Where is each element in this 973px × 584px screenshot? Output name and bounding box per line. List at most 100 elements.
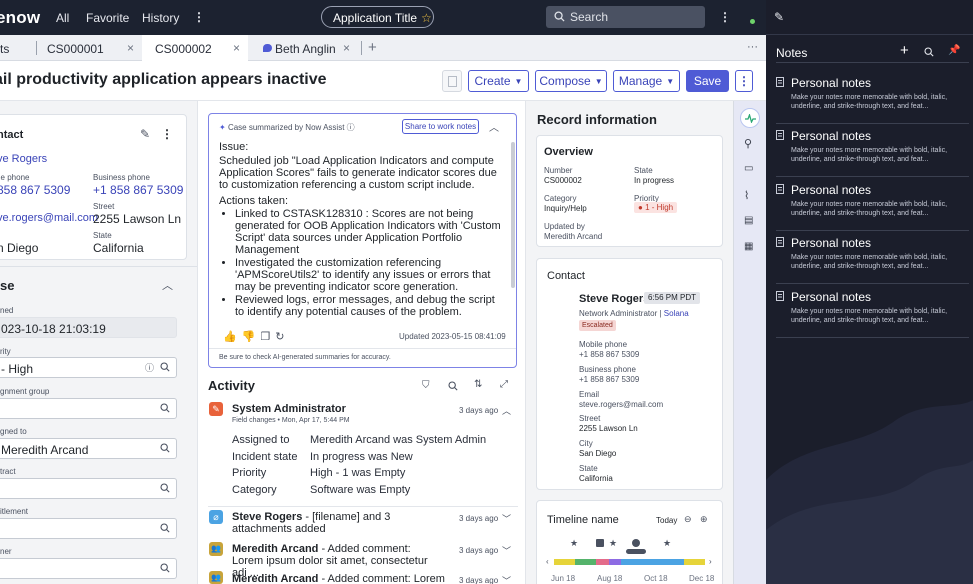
search-icon[interactable] xyxy=(924,47,934,57)
expand-icon[interactable]: ⤢ xyxy=(500,379,508,390)
note-item[interactable]: Personal notes Make your notes more memo… xyxy=(776,181,969,231)
note-title: Personal notes xyxy=(791,236,872,250)
note-item[interactable]: Personal notes Make your notes more memo… xyxy=(776,74,969,124)
search-icon[interactable] xyxy=(160,483,170,493)
compose-button[interactable]: Compose ▼ xyxy=(535,70,607,92)
email[interactable]: steve.rogers@mail.com xyxy=(579,400,663,409)
assigned-to-field[interactable]: Meredith Arcand xyxy=(0,438,177,459)
street: 2255 Lawson Ln xyxy=(93,212,182,226)
nav-more-icon[interactable]: ⋮ xyxy=(193,10,205,24)
search-icon[interactable] xyxy=(448,381,458,391)
more-icon[interactable]: ⋮ xyxy=(161,127,173,141)
refresh-icon[interactable]: ↻ xyxy=(275,331,289,343)
compose-note-icon[interactable]: ✎ xyxy=(774,10,784,24)
sort-icon[interactable]: ⇅ xyxy=(474,379,482,390)
nav-history[interactable]: History xyxy=(142,11,179,25)
report-icon[interactable]: ▦ xyxy=(744,241,753,252)
activity-author[interactable]: System Administrator xyxy=(232,403,346,415)
priority-field[interactable]: - High ⓘ xyxy=(0,357,177,378)
close-icon[interactable]: × xyxy=(233,41,240,55)
add-tab-icon[interactable]: + xyxy=(368,39,377,56)
timeline-event-icon[interactable] xyxy=(596,539,604,547)
note-item[interactable]: Personal notes Make your notes more memo… xyxy=(776,234,969,284)
save-button[interactable]: Save xyxy=(686,70,729,92)
paperclip-icon[interactable]: ⌇ xyxy=(744,189,749,202)
assignment-group-field[interactable] xyxy=(0,398,177,419)
expand-icon[interactable]: ﹀ xyxy=(502,544,511,557)
agent-assist-icon[interactable]: ⚲ xyxy=(744,137,752,150)
expand-icon[interactable]: ﹀ xyxy=(502,512,511,525)
activity-author[interactable]: Meredith Arcand xyxy=(232,573,318,584)
zoom-in-icon[interactable]: ⊕ xyxy=(700,514,708,525)
template-button[interactable] xyxy=(442,70,462,92)
search-icon[interactable] xyxy=(160,523,170,533)
thumbs-up-icon[interactable]: 👍 xyxy=(223,331,242,343)
timeline-star-icon[interactable]: ★ xyxy=(609,538,617,549)
close-icon[interactable]: × xyxy=(343,41,350,55)
search-icon[interactable] xyxy=(160,362,170,372)
scrollbar[interactable] xyxy=(511,142,515,288)
collapse-icon[interactable]: ︿ xyxy=(502,404,511,417)
close-icon[interactable]: × xyxy=(127,41,134,55)
now-assist-header: ✦ Case summarized by Now Assist ⓘ xyxy=(219,122,355,133)
edit-icon[interactable]: ✎ xyxy=(140,127,150,141)
tab-overflow-icon[interactable]: ··· xyxy=(747,41,758,53)
info-icon[interactable]: ⓘ xyxy=(145,361,154,374)
tab-list[interactable]: ts xyxy=(0,35,34,61)
search-icon[interactable] xyxy=(160,403,170,413)
timeline-prev-icon[interactable]: ‹ xyxy=(546,557,549,566)
updated-by-value[interactable]: Meredith Arcand xyxy=(544,232,602,241)
activity-author[interactable]: Steve Rogers xyxy=(232,511,302,523)
contact-name[interactable]: ve Rogers xyxy=(0,153,47,165)
star-icon[interactable]: ☆ xyxy=(421,11,432,25)
action-item: Investigated the customization referenci… xyxy=(235,257,501,293)
tab-cs000001[interactable]: CS000001 × xyxy=(37,35,142,61)
add-note-icon[interactable]: + xyxy=(900,42,909,59)
info-icon[interactable]: ⓘ xyxy=(347,123,355,132)
timeline-star-icon[interactable]: ★ xyxy=(570,538,578,549)
filter-icon[interactable]: ⛉ xyxy=(422,380,430,391)
nav-favorite[interactable]: Favorite xyxy=(86,11,129,25)
timeline-star-icon[interactable]: ★ xyxy=(663,538,671,549)
thumbs-down-icon[interactable]: 👎 xyxy=(242,331,261,343)
activity-author[interactable]: Meredith Arcand xyxy=(232,543,318,555)
mobile-phone[interactable]: +1 858 867 5309 xyxy=(579,350,639,359)
more-actions-button[interactable]: ⋮ xyxy=(735,70,753,92)
contact-company[interactable]: Solana xyxy=(664,309,689,318)
expand-icon[interactable]: ﹀ xyxy=(502,574,511,584)
entitlement-field[interactable] xyxy=(0,518,177,539)
business-phone[interactable]: +1 858 867 5309 xyxy=(579,375,639,384)
pin-icon[interactable]: 📌 xyxy=(948,45,960,56)
note-item[interactable]: Personal notes Make your notes more memo… xyxy=(776,288,969,338)
email[interactable]: ve.rogers@mail.com xyxy=(0,212,98,224)
timeline-next-icon[interactable]: › xyxy=(709,557,712,566)
owner-field[interactable] xyxy=(0,558,177,579)
global-search-input[interactable]: Search xyxy=(546,6,705,28)
mobile-phone[interactable]: 858 867 5309 xyxy=(0,183,70,197)
business-phone[interactable]: +1 858 867 5309 xyxy=(93,183,183,197)
record-info-tab[interactable] xyxy=(740,108,760,128)
app-title-pill[interactable]: Application Title ☆ xyxy=(321,6,434,28)
contact-name[interactable]: Steve Rogers xyxy=(579,293,649,305)
manage-button[interactable]: Manage ▼ xyxy=(613,70,680,92)
note-item[interactable]: Personal notes Make your notes more memo… xyxy=(776,127,969,177)
copy-icon[interactable]: ❐ xyxy=(260,331,275,343)
create-button[interactable]: Create ▼ xyxy=(468,70,529,92)
share-to-work-notes-button[interactable]: Share to work notes xyxy=(402,119,479,134)
tab-beth-anglin[interactable]: Beth Anglin × xyxy=(250,35,360,61)
caret-down-icon: ▼ xyxy=(666,77,675,86)
contract-field[interactable] xyxy=(0,478,177,499)
search-icon[interactable] xyxy=(160,563,170,573)
user-menu-icon[interactable]: ⋮ xyxy=(719,10,731,24)
folder-icon[interactable]: ▭ xyxy=(744,163,753,174)
collapse-icon[interactable]: ︿ xyxy=(489,119,499,134)
tab-cs000002[interactable]: CS000002 × xyxy=(142,35,248,61)
search-icon[interactable] xyxy=(160,443,170,453)
timeline-today-button[interactable]: Today xyxy=(656,516,677,525)
zoom-out-icon[interactable]: ⊖ xyxy=(684,514,692,525)
timeline-event-icon[interactable] xyxy=(632,539,640,547)
nav-all[interactable]: All xyxy=(56,11,69,25)
timeline-event-bar[interactable] xyxy=(626,549,646,554)
collapse-icon[interactable]: ︿ xyxy=(162,277,173,293)
document-icon[interactable]: ▤ xyxy=(744,215,753,226)
